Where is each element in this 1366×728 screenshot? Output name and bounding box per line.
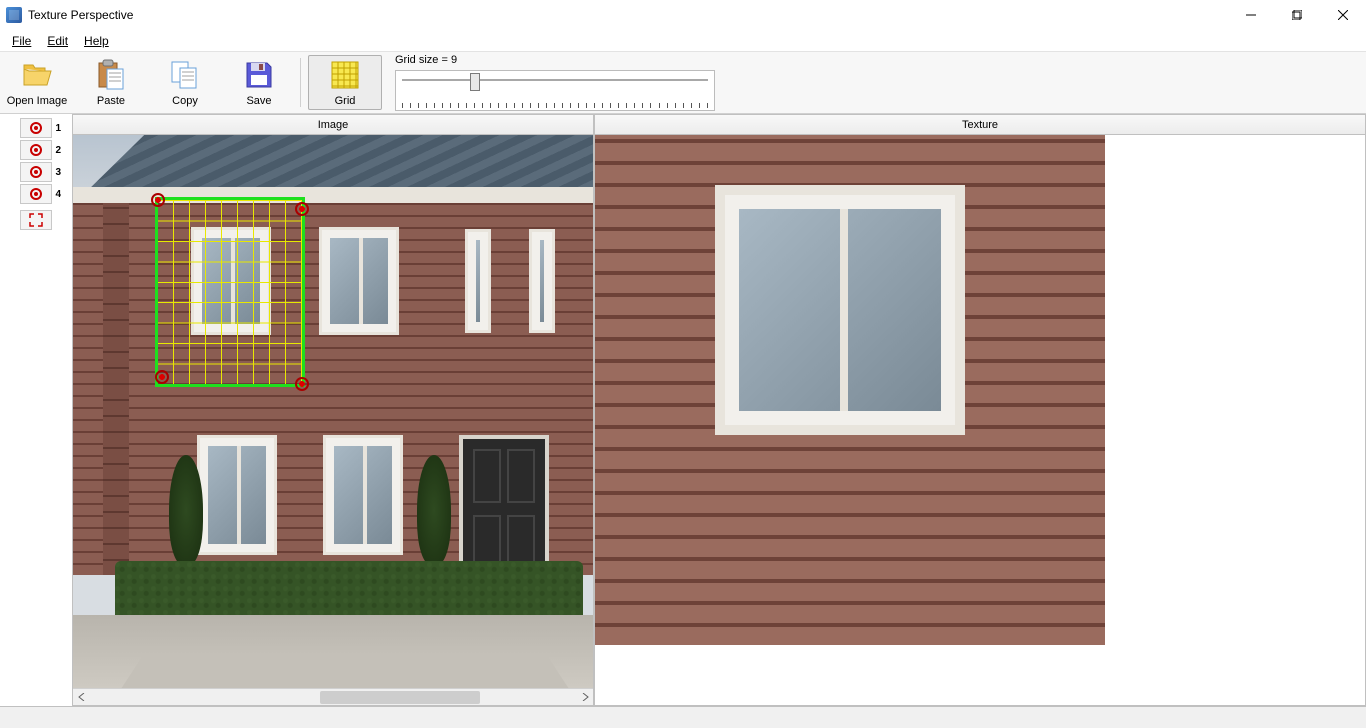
grid-size-prefix: Grid size = (395, 54, 451, 66)
title-bar: Texture Perspective (0, 0, 1366, 30)
side-toolbar: 1 2 3 4 (0, 114, 72, 706)
target-icon (30, 188, 42, 200)
perspective-selection[interactable] (155, 197, 305, 387)
grid-icon (329, 59, 361, 91)
slider-thumb[interactable] (470, 73, 480, 91)
close-button[interactable] (1320, 0, 1366, 30)
menu-edit-label: Edit (47, 34, 68, 48)
app-icon (6, 7, 22, 23)
grid-button[interactable]: Grid (308, 55, 382, 110)
corner-point-3-button[interactable]: 3 (20, 162, 52, 182)
point-number: 2 (55, 145, 61, 156)
grid-size-value: 9 (451, 54, 457, 66)
selection-handle-1[interactable] (151, 193, 165, 207)
scroll-right-arrow[interactable] (576, 689, 593, 706)
target-icon (30, 122, 42, 134)
menu-file-label: File (12, 34, 31, 48)
target-icon (30, 166, 42, 178)
paste-button[interactable]: Paste (74, 52, 148, 113)
texture-panel-header: Texture (595, 115, 1365, 135)
window-controls (1228, 0, 1366, 30)
selection-handle-2[interactable] (295, 202, 309, 216)
grid-size-slider[interactable] (395, 70, 715, 111)
slider-ticks (402, 103, 708, 108)
open-image-label: Open Image (7, 95, 68, 107)
grid-size-area: Grid size = 9 (385, 52, 725, 113)
chevron-left-icon (78, 693, 86, 701)
expand-icon (29, 213, 43, 227)
selection-handle-4[interactable] (155, 370, 169, 384)
image-horizontal-scrollbar[interactable] (73, 688, 593, 705)
toolbar-separator (300, 58, 301, 107)
target-icon (30, 144, 42, 156)
source-image (73, 135, 593, 688)
scroll-thumb[interactable] (320, 691, 480, 704)
selection-handle-3[interactable] (295, 377, 309, 391)
menu-bar: File Edit Help (0, 30, 1366, 52)
scroll-left-arrow[interactable] (73, 689, 90, 706)
point-number: 3 (55, 167, 61, 178)
copy-label: Copy (172, 95, 198, 107)
maximize-icon (1292, 10, 1302, 20)
menu-help[interactable]: Help (76, 32, 117, 50)
minimize-button[interactable] (1228, 0, 1274, 30)
corner-point-1-button[interactable]: 1 (20, 118, 52, 138)
open-image-button[interactable]: Open Image (0, 52, 74, 113)
save-button[interactable]: Save (222, 52, 296, 113)
copy-button[interactable]: Copy (148, 52, 222, 113)
menu-edit[interactable]: Edit (39, 32, 76, 50)
main-area: 1 2 3 4 Image (0, 114, 1366, 706)
point-number: 1 (55, 123, 61, 134)
output-texture (595, 135, 1105, 645)
panels: Image (72, 114, 1366, 706)
corner-point-2-button[interactable]: 2 (20, 140, 52, 160)
chevron-right-icon (581, 693, 589, 701)
selection-grid-overlay (158, 200, 302, 384)
image-panel-header: Image (73, 115, 593, 135)
paste-label: Paste (97, 95, 125, 107)
window-title: Texture Perspective (28, 8, 133, 22)
image-viewport[interactable] (73, 135, 593, 688)
fit-view-button[interactable] (20, 210, 52, 230)
menu-help-label: Help (84, 34, 109, 48)
scroll-track[interactable] (90, 689, 576, 706)
texture-panel: Texture (594, 114, 1366, 706)
copy-icon (169, 59, 201, 91)
maximize-button[interactable] (1274, 0, 1320, 30)
close-icon (1338, 10, 1348, 20)
paste-icon (95, 59, 127, 91)
minimize-icon (1246, 10, 1256, 20)
toolbar: Open Image Paste Copy Save Grid Grid siz… (0, 52, 1366, 114)
texture-viewport[interactable] (595, 135, 1365, 705)
corner-point-4-button[interactable]: 4 (20, 184, 52, 204)
menu-file[interactable]: File (4, 32, 39, 50)
save-icon (243, 59, 275, 91)
image-panel: Image (72, 114, 594, 706)
point-number: 4 (55, 189, 61, 200)
folder-open-icon (21, 59, 53, 91)
grid-label: Grid (335, 95, 356, 107)
status-bar (0, 706, 1366, 728)
save-label: Save (246, 95, 271, 107)
grid-size-label: Grid size = 9 (395, 54, 715, 66)
